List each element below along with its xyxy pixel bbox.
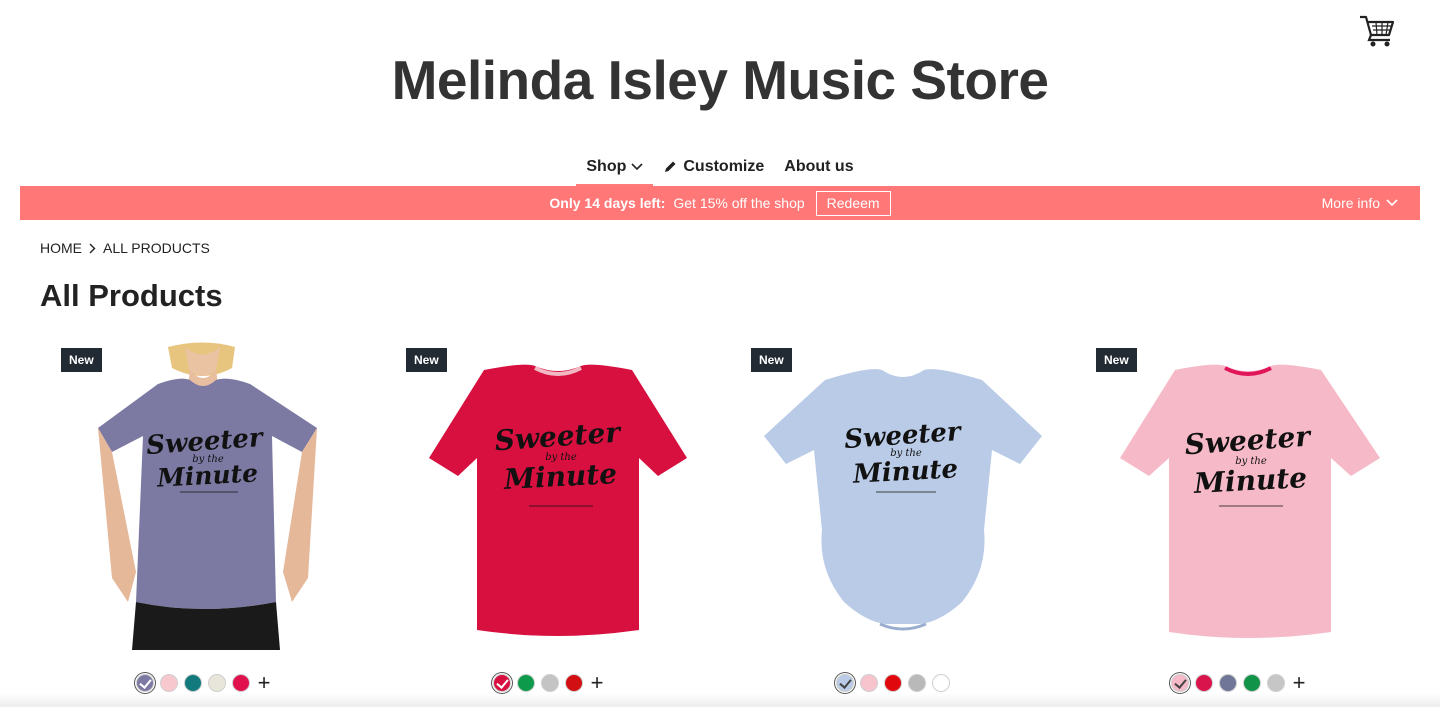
kids-tshirt-image: Sweeter by the Minute [429, 364, 687, 636]
product-image[interactable]: Sweeter by the Minute [40, 340, 366, 650]
scroll-fade [0, 693, 1440, 707]
color-swatch[interactable] [183, 674, 202, 692]
svg-text:Minute: Minute [851, 454, 958, 490]
womens-tshirt-image: Sweeter by the Minute [98, 342, 317, 650]
nav-shop-label: Shop [586, 158, 627, 175]
product-image[interactable]: Sweeter by the Minute [385, 340, 711, 650]
nav-about-us[interactable]: About us [774, 150, 863, 184]
breadcrumb-home[interactable]: HOME [40, 240, 82, 256]
new-badge: New [751, 348, 792, 372]
product-card[interactable]: New Sweeter by the Minute + [1075, 340, 1401, 707]
color-swatch[interactable] [135, 674, 154, 692]
product-image[interactable]: Sweeter by the Minute [1075, 340, 1401, 650]
product-card[interactable]: New Sweeter by the Minute + [40, 340, 366, 707]
new-badge: New [1096, 348, 1137, 372]
breadcrumb: HOME ALL PRODUCTS [40, 240, 210, 256]
page-title: All Products [40, 278, 223, 313]
breadcrumb-current: ALL PRODUCTS [103, 240, 210, 256]
color-swatch[interactable] [1266, 674, 1285, 692]
nav-about-label: About us [784, 158, 854, 175]
chevron-down-icon [1386, 199, 1398, 207]
more-info-toggle[interactable]: More info [1322, 186, 1398, 220]
color-swatch[interactable] [908, 674, 926, 692]
new-badge: New [61, 348, 102, 372]
color-swatches [730, 674, 1056, 692]
svg-text:Minute: Minute [155, 458, 258, 492]
color-swatch[interactable] [1242, 674, 1261, 692]
color-swatch[interactable] [516, 674, 535, 692]
shopping-cart-icon [1360, 15, 1395, 47]
product-grid: New Sweeter by the Minute + New Sweeter … [40, 340, 1420, 707]
color-swatch[interactable] [884, 674, 902, 692]
color-swatches: + [385, 672, 711, 694]
product-image[interactable]: Sweeter by the Minute [730, 340, 1056, 650]
cart-icon[interactable] [1358, 12, 1396, 48]
color-swatch[interactable] [1194, 674, 1213, 692]
svg-text:Minute: Minute [1192, 461, 1308, 500]
color-swatch[interactable] [1218, 674, 1237, 692]
svg-text:Minute: Minute [502, 457, 618, 496]
nav-shop[interactable]: Shop [576, 150, 654, 186]
color-swatch[interactable] [932, 674, 950, 692]
color-swatch[interactable] [836, 674, 854, 692]
color-swatch[interactable] [207, 674, 226, 692]
nav-customize-label: Customize [683, 158, 765, 175]
more-colors-button[interactable]: + [1293, 672, 1306, 694]
more-colors-button[interactable]: + [258, 672, 271, 694]
baby-bodysuit-image: Sweeter by the Minute [764, 369, 1042, 631]
chevron-down-icon [631, 163, 643, 171]
new-badge: New [406, 348, 447, 372]
color-swatches: + [1075, 672, 1401, 694]
redeem-button[interactable]: Redeem [815, 190, 891, 216]
promo-offer: Get 15% off the shop [673, 195, 805, 211]
pencil-icon [665, 161, 676, 172]
promo-countdown: Only 14 days left: [549, 195, 666, 211]
color-swatch[interactable] [231, 674, 250, 692]
chevron-right-icon [89, 243, 96, 253]
color-swatch[interactable] [540, 674, 559, 692]
more-info-label: More info [1321, 195, 1380, 211]
more-colors-button[interactable]: + [591, 672, 604, 694]
nav-customize[interactable]: Customize [653, 150, 774, 184]
color-swatches: + [40, 672, 366, 694]
product-card[interactable]: New Sweeter by the Minute + [385, 340, 711, 707]
main-nav: Shop Customize About us [0, 150, 1440, 186]
color-swatch[interactable] [1170, 674, 1189, 692]
kids-premium-tshirt-image: Sweeter by the Minute [1120, 364, 1380, 638]
store-title: Melinda Isley Music Store [391, 49, 1049, 111]
color-swatch[interactable] [159, 674, 178, 692]
promo-banner: Only 14 days left: Get 15% off the shop … [20, 186, 1420, 220]
color-swatch[interactable] [564, 674, 583, 692]
color-swatch[interactable] [492, 674, 511, 692]
product-card[interactable]: New Sweeter by the Minute [730, 340, 1056, 707]
color-swatch[interactable] [860, 674, 878, 692]
